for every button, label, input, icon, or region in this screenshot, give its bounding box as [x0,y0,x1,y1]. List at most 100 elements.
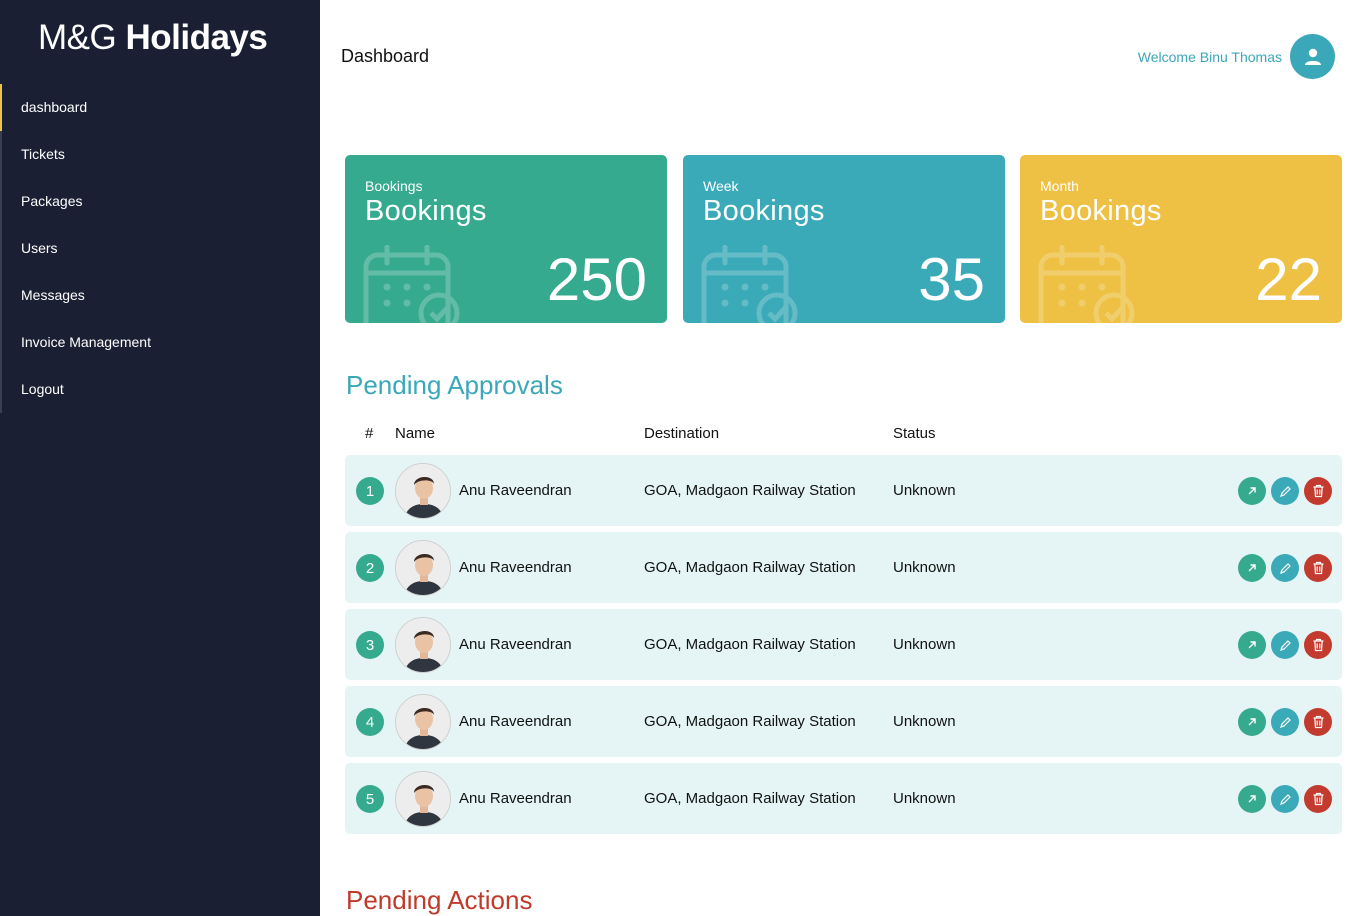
row-number-badge: 2 [356,554,384,582]
sidebar-item-invoice-management[interactable]: Invoice Management [0,319,320,366]
pending-actions-title: Pending Actions [346,885,533,915]
row-destination: GOA, Madgaon Railway Station [644,713,856,730]
person-photo-icon [396,695,450,749]
row-number-badge: 1 [356,477,384,505]
stat-card-caption: Week [703,178,739,194]
edit-button[interactable] [1271,785,1299,813]
calendar-check-icon [363,245,460,323]
table-row[interactable]: 2 Anu Raveendran GOA, Madgaon Railway Stat… [345,532,1342,603]
column-header-name: Name [395,425,436,442]
table-row[interactable]: 5 Anu Raveendran GOA, Madgaon Railway Stat… [345,763,1342,834]
stat-card-week-bookings[interactable]: Week Bookings 35 [683,155,1005,323]
open-button[interactable] [1238,708,1266,736]
open-button[interactable] [1238,785,1266,813]
pending-approvals-title: Pending Approvals [346,370,563,400]
open-button[interactable] [1238,631,1266,659]
sidebar-item-users[interactable]: Users [0,225,320,272]
sidebar-item-tickets[interactable]: Tickets [0,131,320,178]
trash-icon [1313,638,1323,652]
stat-card-title: Bookings [703,195,825,227]
row-name: Anu Raveendran [459,482,572,499]
avatar [395,771,451,827]
welcome-text: Welcome Binu Thomas [1137,49,1282,65]
stat-card-month-bookings[interactable]: Month Bookings 22 [1020,155,1342,323]
trash-icon [1313,484,1323,498]
row-number-badge: 4 [356,708,384,736]
open-icon [1248,487,1256,495]
calendar-check-icon [701,245,798,323]
edit-icon [1279,562,1291,574]
row-number-badge: 3 [356,631,384,659]
row-status: Unknown [893,636,956,653]
open-button[interactable] [1238,554,1266,582]
row-name: Anu Raveendran [459,790,572,807]
calendar-check-icon [1038,245,1135,323]
open-icon [1248,564,1256,572]
delete-button[interactable] [1304,477,1332,505]
stat-card-title: Bookings [365,195,487,227]
edit-button[interactable] [1271,554,1299,582]
row-number-badge: 5 [356,785,384,813]
row-destination: GOA, Madgaon Railway Station [644,790,856,807]
row-status: Unknown [893,482,956,499]
stat-card-caption: Month [1040,178,1079,194]
sidebar-item-messages[interactable]: Messages [0,272,320,319]
row-destination: GOA, Madgaon Railway Station [644,482,856,499]
table-row[interactable]: 3 Anu Raveendran GOA, Madgaon Railway Stat… [345,609,1342,680]
stat-card-bookings[interactable]: Bookings Bookings 250 [345,155,667,323]
stat-card-value: 250 [546,246,647,313]
avatar [395,694,451,750]
avatar [395,463,451,519]
user-avatar-button[interactable] [1290,34,1335,79]
stat-card-caption: Bookings [365,178,423,194]
person-photo-icon [396,464,450,518]
open-icon [1248,641,1256,649]
edit-button[interactable] [1271,477,1299,505]
user-icon [1304,48,1321,65]
edit-button[interactable] [1271,631,1299,659]
delete-button[interactable] [1304,785,1332,813]
person-photo-icon [396,541,450,595]
avatar [395,540,451,596]
sidebar-item-dashboard[interactable]: dashboard [0,84,320,131]
open-icon [1248,718,1256,726]
row-status: Unknown [893,559,956,576]
row-name: Anu Raveendran [459,636,572,653]
trash-icon [1313,715,1323,729]
brand-bold-text: Holidays [125,18,268,57]
delete-button[interactable] [1304,631,1332,659]
row-status: Unknown [893,790,956,807]
delete-button[interactable] [1304,554,1332,582]
row-name: Anu Raveendran [459,713,572,730]
row-status: Unknown [893,713,956,730]
trash-icon [1313,792,1323,806]
column-header-number: # [365,425,374,442]
stat-card-value: 35 [918,246,985,313]
table-row[interactable]: 1 Anu Raveendran GOA, Madgaon Railway Stat… [345,455,1342,526]
column-header-status: Status [893,425,936,442]
person-photo-icon [396,618,450,672]
edit-button[interactable] [1271,708,1299,736]
sidebar-item-logout[interactable]: Logout [0,366,320,413]
brand-logo[interactable]: M&G Holidays [38,18,268,58]
open-icon [1248,795,1256,803]
sidebar: M&G Holidays dashboard Tickets Packages … [0,0,320,916]
stat-card-value: 22 [1255,246,1322,313]
column-header-destination: Destination [644,425,720,442]
brand-light-text: M&G [38,18,117,57]
row-destination: GOA, Madgaon Railway Station [644,636,856,653]
edit-icon [1279,793,1291,805]
edit-icon [1279,485,1291,497]
stat-card-title: Bookings [1040,195,1162,227]
edit-icon [1279,639,1291,651]
open-button[interactable] [1238,477,1266,505]
sidebar-nav: dashboard Tickets Packages Users Message… [0,84,320,413]
row-name: Anu Raveendran [459,559,572,576]
trash-icon [1313,561,1323,575]
sidebar-item-packages[interactable]: Packages [0,178,320,225]
edit-icon [1279,716,1291,728]
table-row[interactable]: 4 Anu Raveendran GOA, Madgaon Railway Stat… [345,686,1342,757]
delete-button[interactable] [1304,708,1332,736]
page-title: Dashboard [341,46,430,66]
row-destination: GOA, Madgaon Railway Station [644,559,856,576]
